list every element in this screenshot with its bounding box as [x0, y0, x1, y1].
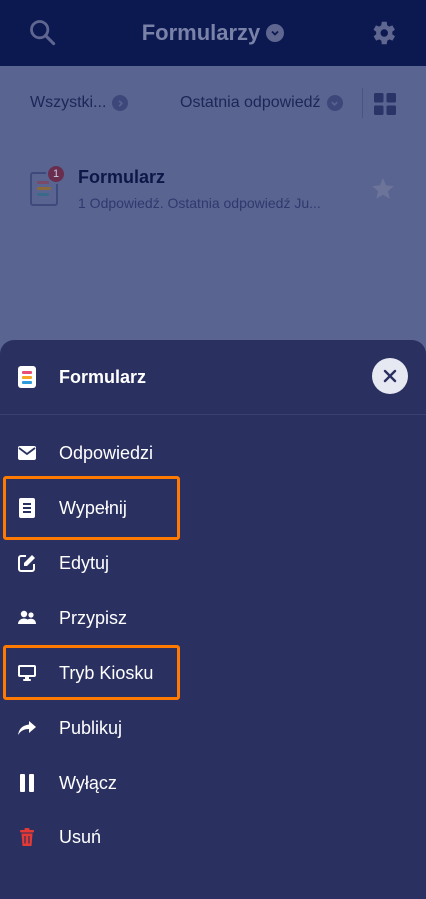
search-icon[interactable]	[28, 18, 56, 46]
menu-item-label: Edytuj	[59, 552, 110, 573]
form-icon	[18, 366, 36, 388]
menu-item-label: Odpowiedzi	[59, 442, 154, 463]
menu-item-label: Wyłącz	[59, 772, 117, 793]
menu-item-label: Usuń	[59, 826, 102, 847]
divider	[0, 414, 426, 415]
menu-item-assign[interactable]: Przypisz	[0, 593, 426, 643]
category-filter-label: Wszystki...	[30, 94, 107, 111]
sheet-header: Formularz	[0, 340, 426, 414]
chevron-down-icon	[266, 24, 285, 42]
star-icon[interactable]	[370, 176, 396, 202]
highlight-box-kiosk-mode	[3, 645, 180, 700]
menu-item-publish[interactable]: Publikuj	[0, 703, 426, 753]
app-title: Formularzy	[141, 20, 261, 45]
menu-item-delete[interactable]: Usuń	[0, 812, 426, 862]
sheet-title: Formularz	[59, 367, 147, 387]
menu-item-responses[interactable]: Odpowiedzi	[0, 428, 426, 478]
filter-bar: Wszystki... Ostatnia odpowiedź	[0, 66, 426, 140]
share-arrow-icon	[17, 718, 37, 738]
menu-item-edit[interactable]: Edytuj	[0, 538, 426, 588]
item-subtitle: 1 Odpowiedź. Ostatnia odpowiedź Ju...	[78, 195, 321, 211]
category-filter[interactable]: Wszystki...	[30, 94, 129, 112]
close-icon	[383, 369, 397, 383]
close-button[interactable]	[372, 358, 408, 394]
edit-icon	[17, 553, 37, 573]
menu-item-label: Publikuj	[59, 717, 123, 738]
item-title: Formularz	[78, 167, 166, 187]
app-bar: Formularzy	[0, 0, 426, 66]
sort-label: Ostatnia odpowiedź	[180, 94, 321, 111]
divider	[362, 88, 363, 118]
chevron-down-icon	[326, 95, 343, 111]
action-sheet: Formularz Odpowiedzi Wypełnij Edytuj Prz…	[0, 340, 426, 899]
trash-icon	[17, 827, 37, 847]
notification-badge: 1	[46, 164, 66, 184]
chevron-right-icon	[112, 95, 129, 111]
app-title-dropdown[interactable]: Formularzy	[142, 20, 285, 46]
grid-view-icon[interactable]	[374, 93, 396, 115]
pause-icon	[17, 773, 37, 793]
highlight-box-fill	[3, 476, 180, 540]
menu-item-label: Przypisz	[59, 607, 128, 628]
sort-dropdown[interactable]: Ostatnia odpowiedź	[180, 94, 343, 112]
list-item[interactable]: 1 Formularz 1 Odpowiedź. Ostatnia odpowi…	[0, 140, 426, 250]
menu-item-disable[interactable]: Wyłącz	[0, 758, 426, 808]
people-icon	[17, 608, 37, 628]
gear-icon[interactable]	[368, 18, 398, 48]
mail-icon	[17, 443, 37, 463]
